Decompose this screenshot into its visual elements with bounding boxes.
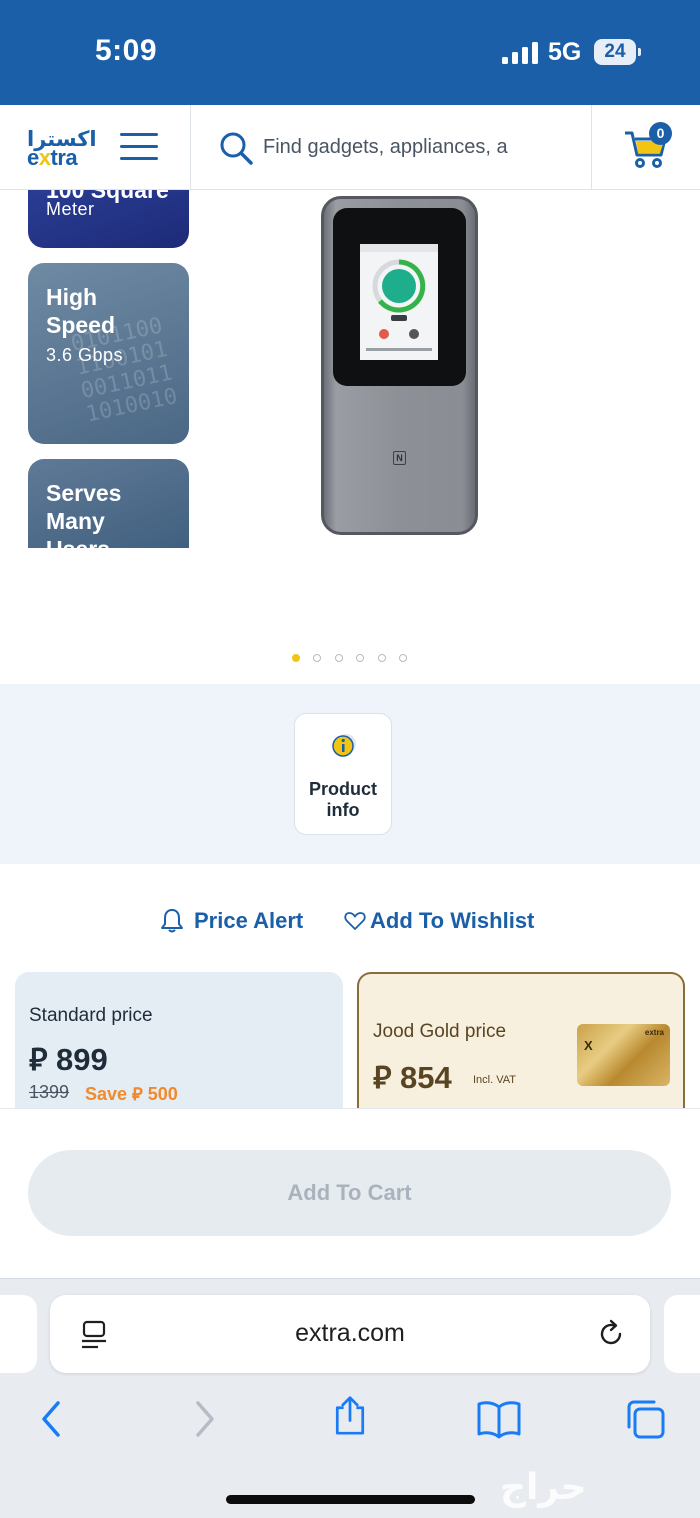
heart-icon bbox=[344, 912, 366, 930]
product-info-label: Product info bbox=[308, 779, 377, 820]
network-type: 5G bbox=[548, 38, 582, 66]
logo-english: extra bbox=[27, 145, 78, 170]
standard-price-amount: ⃁ 899 bbox=[29, 1042, 108, 1077]
feature-card-speed: 0101100 1100101 0011011 1010010 High Spe… bbox=[28, 263, 189, 444]
feature-card-coverage: 100 Square Meter bbox=[28, 190, 189, 248]
product-image[interactable]: N bbox=[321, 196, 478, 535]
carousel-dot[interactable] bbox=[292, 654, 300, 662]
menu-icon[interactable] bbox=[120, 133, 158, 161]
carousel-dot[interactable] bbox=[335, 654, 343, 662]
search-input[interactable] bbox=[263, 131, 583, 163]
status-bar: 5:09 5G 24 bbox=[0, 0, 700, 105]
jood-gold-price-card[interactable]: Jood Gold price ⃁ 854 Incl. VAT extra X bbox=[357, 972, 685, 1108]
carousel-dot[interactable] bbox=[378, 654, 386, 662]
standard-price-label: Standard price bbox=[29, 1005, 153, 1026]
gold-price-amount: ⃁ 854 bbox=[373, 1060, 452, 1095]
feature-subtitle: 3.6 Gbps bbox=[46, 345, 124, 365]
gold-card-mark: X bbox=[584, 1038, 593, 1053]
watermark: حراج bbox=[500, 1467, 587, 1508]
price-alert-label: Price Alert bbox=[194, 908, 304, 933]
status-time: 5:09 bbox=[95, 34, 158, 67]
feature-title: High Speed bbox=[46, 284, 116, 338]
signal-icon bbox=[502, 42, 538, 64]
info-icon bbox=[332, 734, 356, 757]
url-text: extra.com bbox=[295, 1319, 405, 1347]
carousel-dot[interactable] bbox=[356, 654, 364, 662]
tabs-icon[interactable] bbox=[625, 1399, 665, 1439]
next-tab-preview[interactable] bbox=[664, 1295, 700, 1373]
address-bar[interactable]: extra.com bbox=[50, 1295, 650, 1373]
back-icon[interactable] bbox=[32, 1399, 72, 1439]
carousel-dot[interactable] bbox=[313, 654, 321, 662]
price-alert-link[interactable]: Price Alert bbox=[160, 906, 303, 936]
cart-count-badge: 0 bbox=[649, 122, 672, 145]
site-header: اكسترا extra 0 bbox=[0, 105, 700, 190]
battery-icon: 24 bbox=[594, 39, 641, 65]
nfc-icon: N bbox=[393, 451, 406, 465]
savings-text: Save ⃁ 500 bbox=[85, 1084, 178, 1104]
original-price: 1399 bbox=[29, 1082, 70, 1102]
browser-toolbar: extra.com حراج bbox=[0, 1278, 700, 1518]
search-bar bbox=[190, 105, 592, 190]
gold-card-logo: extra bbox=[644, 1028, 664, 1037]
reload-icon[interactable] bbox=[595, 1318, 627, 1350]
vat-note: Incl. VAT bbox=[473, 1074, 516, 1086]
share-icon[interactable] bbox=[330, 1395, 370, 1435]
forward-icon[interactable] bbox=[184, 1399, 224, 1439]
search-icon[interactable] bbox=[219, 131, 253, 165]
feature-card-users: Serves Many Users bbox=[28, 459, 189, 548]
jood-gold-card-image: extra X bbox=[577, 1024, 670, 1086]
device-screen bbox=[333, 208, 466, 386]
device-display bbox=[360, 244, 438, 360]
standard-price-card[interactable]: Standard price ⃁ 899 1399 Save ⃁ 500 bbox=[15, 972, 343, 1108]
add-to-wishlist-link[interactable]: Add To Wishlist bbox=[344, 906, 534, 936]
previous-tab-preview[interactable] bbox=[0, 1295, 37, 1373]
feature-subtitle: Meter bbox=[46, 199, 95, 219]
carousel-dot[interactable] bbox=[399, 654, 407, 662]
home-indicator bbox=[226, 1495, 475, 1504]
gold-price-label: Jood Gold price bbox=[373, 1021, 507, 1042]
product-info-button[interactable]: Product info bbox=[294, 713, 392, 835]
bell-icon bbox=[161, 909, 183, 933]
wishlist-label: Add To Wishlist bbox=[370, 908, 535, 933]
add-to-cart-button[interactable]: Add To Cart bbox=[28, 1150, 671, 1236]
extra-logo[interactable]: اكسترا extra bbox=[25, 127, 97, 175]
riyal-icon: ⃁ bbox=[29, 1042, 48, 1077]
feature-title: Serves Many Users bbox=[46, 480, 122, 548]
battery-level: 24 bbox=[604, 41, 626, 62]
bookmarks-icon[interactable] bbox=[476, 1399, 522, 1439]
riyal-icon: ⃁ bbox=[373, 1060, 392, 1095]
divider bbox=[0, 1108, 700, 1109]
product-info-section: Product info bbox=[0, 684, 700, 864]
